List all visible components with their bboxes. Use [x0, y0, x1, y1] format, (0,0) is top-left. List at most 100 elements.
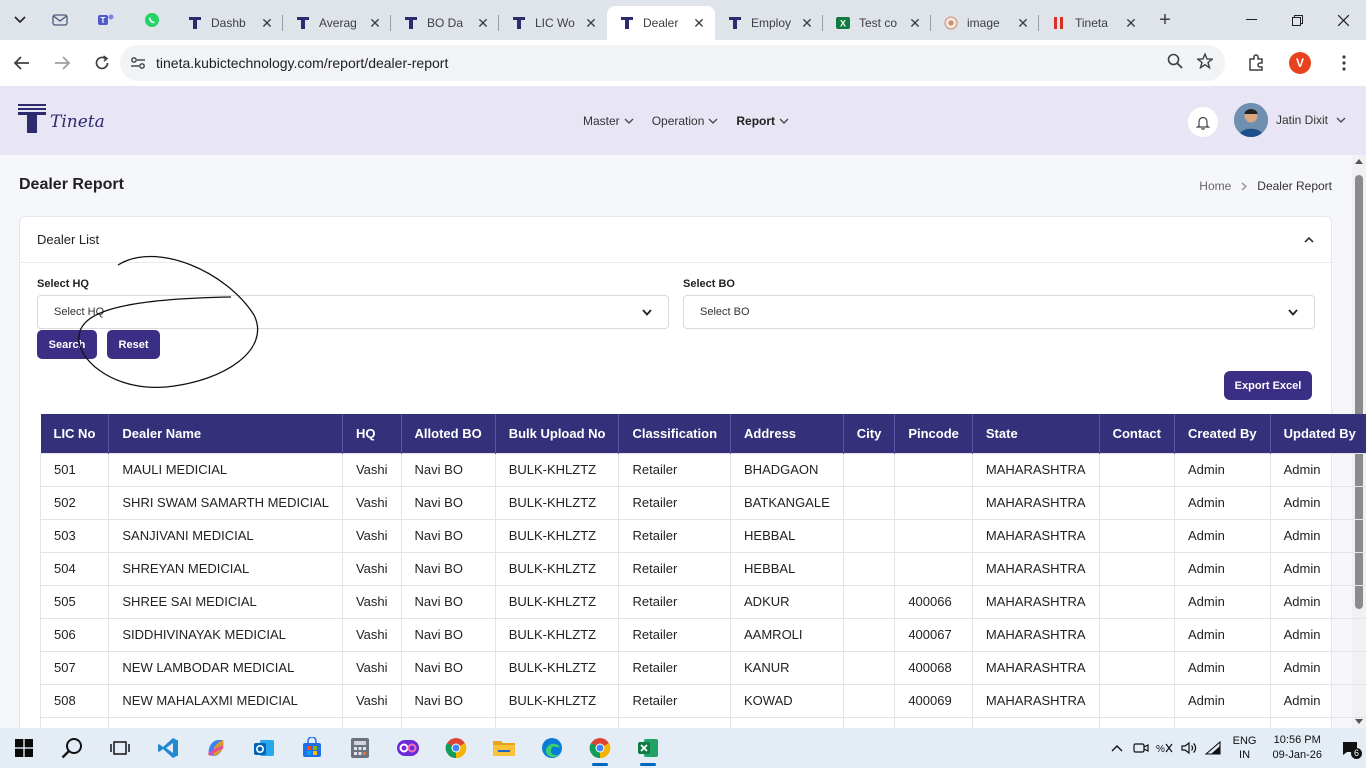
table-cell: Admin [1269, 683, 1366, 718]
browser-tab[interactable]: Averag ✕ [283, 6, 391, 40]
table-row[interactable]: 501 MAULI MEDICIAL Vashi Navi BO BULK-KHLZTZ… [39, 452, 1366, 487]
back-button[interactable] [4, 45, 40, 81]
windows-start-icon[interactable] [0, 728, 48, 768]
profile-button[interactable]: V [1278, 40, 1322, 86]
address-bar[interactable]: tineta.kubictechnology.com/report/dealer… [120, 45, 1225, 81]
close-tab-icon[interactable]: ✕ [259, 15, 275, 32]
calculator-icon[interactable] [336, 728, 384, 768]
close-tab-icon[interactable]: ✕ [1015, 15, 1031, 32]
pinned-tab-mail[interactable] [37, 0, 83, 40]
column-header[interactable]: Pincode [894, 414, 973, 453]
vscode-icon[interactable] [144, 728, 192, 768]
column-header[interactable]: Alloted BO [401, 414, 496, 453]
browser-tab[interactable]: LIC Wo ✕ [499, 6, 607, 40]
chrome-icon[interactable] [432, 728, 480, 768]
select-bo-dropdown[interactable]: Select BO [683, 295, 1315, 329]
table-row[interactable]: 507 NEW LAMBODAR MEDICIAL Vashi Navi BO BULK… [39, 650, 1366, 685]
forward-button[interactable] [44, 45, 80, 81]
new-tab-button[interactable]: + [1151, 6, 1179, 34]
column-header[interactable]: LIC No [40, 414, 110, 453]
search-button[interactable]: Search [37, 330, 97, 359]
chevron-up-icon[interactable] [1304, 236, 1314, 243]
browser-tab[interactable]: Tineta ✕ [1039, 6, 1147, 40]
nav-item-report[interactable]: Report [736, 114, 789, 128]
table-row[interactable]: 508 NEW MAHALAXMI MEDICIAL Vashi Navi BO BUL… [39, 683, 1366, 718]
table-row[interactable]: 506 SIDDHIVINAYAK MEDICIAL Vashi Navi BO BUL… [39, 617, 1366, 652]
tineta-icon [403, 15, 419, 31]
column-header[interactable]: State [972, 414, 1100, 453]
table-cell: BULK-KHLZTZ [494, 617, 620, 652]
file-explorer-icon[interactable] [480, 728, 528, 768]
table-cell [618, 716, 732, 728]
column-header[interactable]: Dealer Name [108, 414, 343, 453]
notification-button[interactable] [1188, 107, 1218, 137]
edge-icon[interactable] [528, 728, 576, 768]
meet-now-icon[interactable] [1129, 728, 1153, 768]
zoom-icon[interactable] [1167, 53, 1183, 74]
table-row[interactable]: 503 SANJIVANI MEDICIAL Vashi Navi BO BULK-KH… [39, 518, 1366, 553]
outlook-icon[interactable] [240, 728, 288, 768]
nav-item-operation[interactable]: Operation [652, 114, 719, 128]
column-header[interactable]: City [843, 414, 896, 453]
breadcrumb-home[interactable]: Home [1199, 179, 1231, 193]
site-info-icon[interactable] [120, 56, 156, 70]
close-tab-icon[interactable]: ✕ [583, 15, 599, 32]
chrome-active-icon[interactable] [576, 728, 624, 768]
browser-tab[interactable]: X Test co ✕ [823, 6, 931, 40]
column-header[interactable]: Created By [1174, 414, 1271, 453]
close-tab-icon[interactable]: ✕ [691, 15, 707, 32]
minimize-button[interactable] [1228, 0, 1274, 40]
export-excel-button[interactable]: Export Excel [1224, 371, 1312, 400]
browser-tab[interactable]: image ✕ [931, 6, 1039, 40]
clock[interactable]: 10:56 PM 09-Jan-26 [1272, 733, 1322, 763]
table-row[interactable] [39, 716, 1366, 728]
table-row[interactable]: 502 SHRI SWAM SAMARTH MEDICIAL Vashi Navi B… [39, 485, 1366, 520]
column-header[interactable]: Classification [618, 414, 732, 453]
close-window-button[interactable] [1320, 0, 1366, 40]
bookmark-star-icon[interactable] [1195, 51, 1215, 74]
column-header[interactable]: Address [730, 414, 844, 453]
table-row[interactable]: 504 SHREYAN MEDICIAL Vashi Navi BO BULK-KHLZ… [39, 551, 1366, 586]
close-tab-icon[interactable]: ✕ [475, 15, 491, 32]
clipchamp-icon[interactable] [384, 728, 432, 768]
column-header[interactable]: HQ [342, 414, 402, 453]
nav-item-master[interactable]: Master [583, 114, 634, 128]
reset-button[interactable]: Reset [107, 330, 160, 359]
table-cell: Admin [1173, 617, 1271, 652]
table-row[interactable]: 505 SHREE SAI MEDICIAL Vashi Navi BO BULK-KH… [39, 584, 1366, 619]
user-menu[interactable]: Jatin Dixit [1234, 103, 1346, 137]
app-logo[interactable]: Tineta [18, 104, 105, 134]
pinned-tab-whatsapp[interactable] [129, 0, 175, 40]
browser-tab[interactable]: BO Da ✕ [391, 6, 499, 40]
select-hq-dropdown[interactable]: Select HQ [37, 295, 669, 329]
browser-tab-active[interactable]: Dealer ✕ [607, 6, 715, 40]
pinned-tab-teams[interactable]: T [83, 0, 129, 40]
restore-button[interactable] [1274, 0, 1320, 40]
close-tab-icon[interactable]: ✕ [799, 15, 815, 32]
column-header[interactable]: Updated By [1270, 414, 1366, 453]
reload-button[interactable] [84, 45, 120, 81]
column-header[interactable]: Bulk Upload No [495, 414, 620, 453]
browser-tab[interactable]: Dashb ✕ [175, 6, 283, 40]
input-method-icon[interactable]: % [1153, 728, 1177, 768]
notification-center-button[interactable]: 6 [1336, 728, 1366, 768]
close-tab-icon[interactable]: ✕ [907, 15, 923, 32]
language-indicator[interactable]: ENG IN [1233, 734, 1257, 762]
scroll-up-icon[interactable] [1355, 159, 1363, 164]
copilot-icon[interactable] [192, 728, 240, 768]
search-icon[interactable] [48, 728, 96, 768]
tab-search-button[interactable] [5, 5, 35, 35]
browser-tab[interactable]: Employ ✕ [715, 6, 823, 40]
close-tab-icon[interactable]: ✕ [1123, 15, 1139, 32]
column-header[interactable]: Contact [1099, 414, 1175, 453]
browser-menu-button[interactable] [1322, 40, 1366, 86]
excel-icon[interactable] [624, 728, 672, 768]
chevron-up-icon[interactable] [1105, 728, 1129, 768]
task-view-icon[interactable] [96, 728, 144, 768]
close-tab-icon[interactable]: ✕ [367, 15, 383, 32]
extensions-button[interactable] [1234, 40, 1278, 86]
store-icon[interactable] [288, 728, 336, 768]
volume-icon[interactable] [1177, 728, 1201, 768]
window-controls [1228, 0, 1366, 40]
wifi-icon[interactable] [1201, 728, 1225, 768]
